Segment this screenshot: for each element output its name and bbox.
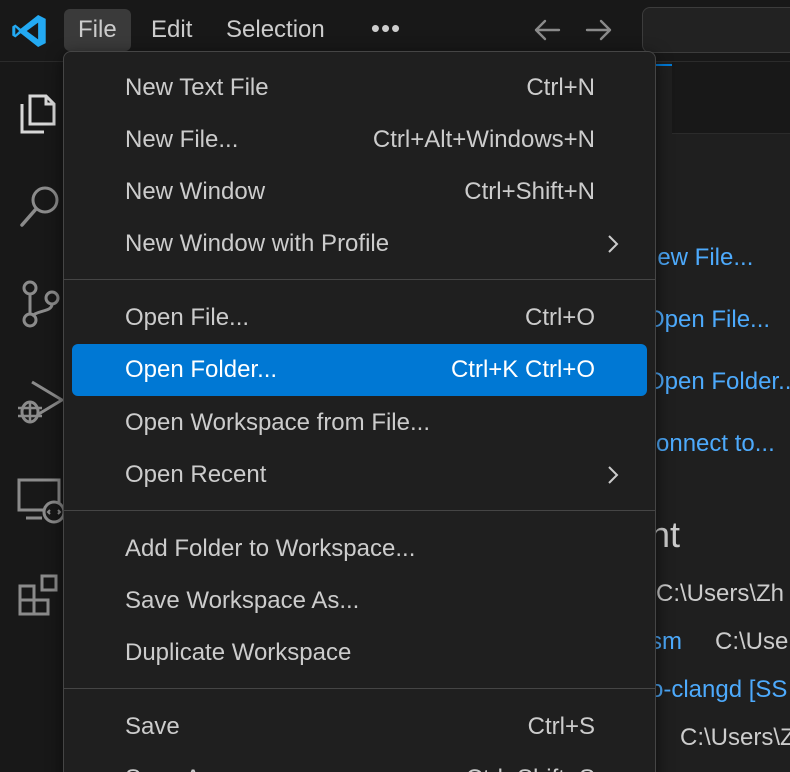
menu-item-label: Open Recent xyxy=(125,461,267,488)
menu-selection[interactable]: Selection xyxy=(212,9,339,51)
recent-path: C:\Users\Z xyxy=(680,724,790,751)
chevron-right-icon xyxy=(608,466,619,484)
menu-item-label: Save Workspace As... xyxy=(125,587,360,614)
run-debug-icon[interactable] xyxy=(14,376,66,428)
recent-path: C:\Users\Zh xyxy=(656,580,785,607)
menu-item-label: Open Workspace from File... xyxy=(125,409,430,436)
explorer-files-icon[interactable] xyxy=(14,84,66,136)
recent-item[interactable]: o-clangd [SS xyxy=(650,676,787,704)
command-center-search[interactable] xyxy=(642,7,790,53)
menu-separator xyxy=(64,510,655,511)
menu-edit[interactable]: Edit xyxy=(137,9,206,51)
menu-item-label: New Window xyxy=(125,178,266,205)
menu-item-open-recent[interactable]: Open Recent xyxy=(72,449,647,501)
menu-item-label: New Window with Profile xyxy=(125,230,390,257)
menu-file[interactable]: File xyxy=(64,9,131,51)
menu-item-shortcut: Ctrl+Alt+Windows+N xyxy=(372,126,595,153)
menu-item-new-window-with-profile[interactable]: New Window with Profile xyxy=(72,218,647,270)
search-icon[interactable] xyxy=(14,180,66,232)
menu-item-shortcut: Ctrl+N xyxy=(526,74,595,101)
menu-item-save-as[interactable]: Save As... Ctrl+Shift+S xyxy=(72,753,647,772)
link-connect-to[interactable]: onnect to... xyxy=(656,430,775,458)
menu-item-shortcut: Ctrl+S xyxy=(527,713,595,740)
menu-item-label: New File... xyxy=(125,126,239,153)
vscode-logo-icon xyxy=(12,15,46,47)
menu-item-new-text-file[interactable]: New Text File Ctrl+N xyxy=(72,62,647,114)
menu-separator xyxy=(64,688,655,689)
chevron-right-icon xyxy=(608,235,619,253)
arrow-right-icon[interactable] xyxy=(581,12,617,48)
link-new-file[interactable]: lew File... xyxy=(652,244,753,272)
menu-item-new-file[interactable]: New File... Ctrl+Alt+Windows+N xyxy=(72,114,647,166)
menu-item-save-workspace-as[interactable]: Save Workspace As... xyxy=(72,575,647,627)
menu-item-open-folder[interactable]: Open Folder... Ctrl+K Ctrl+O xyxy=(72,344,647,396)
menu-item-shortcut: Ctrl+Shift+S xyxy=(466,753,595,772)
menu-item-label: Open Folder... xyxy=(125,356,278,383)
menu-item-new-window[interactable]: New Window Ctrl+Shift+N xyxy=(72,166,647,218)
menu-item-save[interactable]: Save Ctrl+S xyxy=(72,701,647,753)
menu-item-add-folder-to-workspace[interactable]: Add Folder to Workspace... xyxy=(72,523,647,575)
menu-item-label: Open File... xyxy=(125,304,250,331)
arrow-left-icon[interactable] xyxy=(529,12,565,48)
menu-item-open-file[interactable]: Open File... Ctrl+O xyxy=(72,292,647,344)
menu-separator xyxy=(64,279,655,280)
source-control-icon[interactable] xyxy=(14,278,66,330)
menu-item-label: Save As... xyxy=(125,753,233,772)
remote-explorer-icon[interactable] xyxy=(14,474,66,526)
menu-item-label: Save xyxy=(125,713,180,740)
menu-item-shortcut: Ctrl+Shift+N xyxy=(464,178,595,205)
link-open-folder[interactable]: Open Folder... xyxy=(646,368,790,396)
more-menu-button[interactable]: ••• xyxy=(366,9,406,51)
extensions-icon[interactable] xyxy=(14,570,66,622)
menu-item-shortcut: Ctrl+K Ctrl+O xyxy=(450,356,595,383)
link-open-file[interactable]: Open File... xyxy=(646,306,770,334)
menu-item-label: Add Folder to Workspace... xyxy=(125,535,416,562)
menu-item-label: Duplicate Workspace xyxy=(125,639,352,666)
recent-path: C:\Use xyxy=(715,628,789,655)
file-menu-dropdown: New Text File Ctrl+N New File... Ctrl+Al… xyxy=(63,51,656,772)
menu-item-shortcut: Ctrl+O xyxy=(524,304,595,331)
menu-item-label: New Text File xyxy=(125,74,269,101)
tab-bar-empty xyxy=(672,62,790,134)
menu-item-duplicate-workspace[interactable]: Duplicate Workspace xyxy=(72,627,647,679)
menu-item-open-workspace-from-file[interactable]: Open Workspace from File... xyxy=(72,397,647,449)
